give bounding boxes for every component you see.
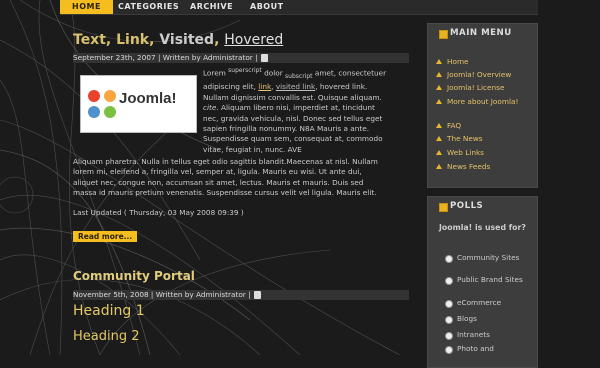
radio-button[interactable] — [445, 255, 453, 263]
heading-1: Heading 1 — [73, 303, 145, 319]
bullet-icon — [436, 123, 442, 128]
joomla-logo-image: Joomla! — [80, 75, 197, 133]
module-icon — [439, 30, 448, 39]
article-paragraph-1: Lorem superscript dolor subscript amet, … — [203, 67, 387, 154]
radio-button[interactable] — [445, 346, 453, 354]
radio-button[interactable] — [445, 332, 453, 340]
article-meta: September 23th, 2007 | Written by Admini… — [73, 53, 409, 63]
title-hovered[interactable]: Hovered — [224, 32, 283, 48]
inline-visited-link[interactable]: visited link — [276, 82, 315, 91]
main-menu-module: MAIN MENU Home Joomla! Overview Joomla! … — [427, 23, 538, 188]
radio-button[interactable] — [445, 300, 453, 308]
polls-title: POLLS — [450, 201, 484, 211]
nav-about[interactable]: ABOUT — [250, 0, 284, 14]
bullet-icon — [436, 164, 442, 169]
last-updated: Last Updated ( Thursday, 03 May 2008 09:… — [73, 208, 244, 217]
pdf-icon[interactable] — [253, 291, 261, 299]
bullet-icon — [436, 59, 442, 64]
bullet-icon — [436, 150, 442, 155]
poll-question: Joomla! is used for? — [439, 223, 526, 232]
article-meta-text: September 23th, 2007 | Written by Admini… — [73, 53, 258, 62]
title-visited[interactable]: Visited — [159, 32, 214, 48]
article-2-meta-text: November 5th, 2008 | Written by Administ… — [73, 290, 251, 299]
bullet-icon — [436, 99, 442, 104]
main-menu-header: MAIN MENU — [428, 24, 537, 46]
radio-button[interactable] — [445, 277, 453, 285]
module-icon — [439, 203, 448, 212]
nav-archive[interactable]: ARCHIVE — [190, 0, 233, 14]
bullet-icon — [436, 136, 442, 141]
joomla-logo-icon — [88, 90, 116, 118]
heading-2: Heading 2 — [73, 329, 140, 344]
polls-header: POLLS — [428, 197, 537, 219]
article-title: Text, Link, Visited, Hovered — [73, 32, 284, 48]
nav-home[interactable]: HOME — [60, 0, 113, 14]
main-menu-title: MAIN MENU — [450, 28, 512, 38]
title-text: Text — [73, 32, 106, 48]
read-more-button[interactable]: Read more... — [73, 231, 138, 242]
bullet-icon — [436, 72, 442, 77]
bullet-icon — [436, 85, 442, 90]
radio-button[interactable] — [445, 316, 453, 324]
inline-link[interactable]: link — [258, 82, 271, 91]
nav-categories[interactable]: CATEGORIES — [118, 0, 179, 14]
pdf-icon[interactable] — [260, 54, 268, 62]
article-paragraph-2: Aliquam pharetra. Nulla in tellus eget o… — [73, 157, 378, 198]
joomla-logo-text: Joomla! — [119, 90, 177, 107]
article-2-meta: November 5th, 2008 | Written by Administ… — [73, 290, 409, 300]
article-2-title[interactable]: Community Portal — [73, 269, 195, 283]
title-link[interactable]: Link — [116, 32, 149, 48]
top-navigation: HOME CATEGORIES ARCHIVE ABOUT — [60, 0, 538, 15]
